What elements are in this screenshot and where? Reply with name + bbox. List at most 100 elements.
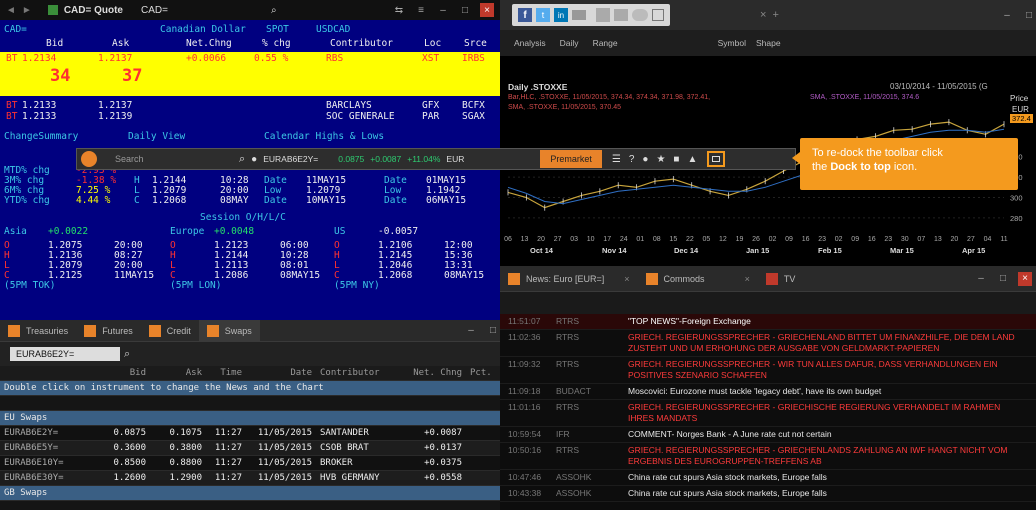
toolbar-messenger-icon[interactable]: ●: [642, 154, 648, 165]
eikon-logo-icon[interactable]: [81, 151, 97, 167]
watch-table-row[interactable]: EURAB6E30Y= 1.2600 1.2900 11:27 11/05/2015 HV…: [0, 471, 500, 486]
watch-search-input[interactable]: EURAB6E2Y=: [10, 347, 120, 361]
watch-column-header[interactable]: Date: [246, 368, 316, 378]
dock-to-top-icon[interactable]: [707, 151, 726, 167]
news-row[interactable]: 10:59:54 IFR COMMENT- Norges Bank - A June…: [500, 427, 1036, 443]
watch-table-row[interactable]: EURAB6E2Y= 0.0875 0.1075 11:27 11/05/2015 SAN…: [0, 426, 500, 441]
news-row[interactable]: 10:50:16 RTRS GRIECH. REGIERUNGSSPRECHER -…: [500, 443, 1036, 470]
toolbar-chat-icon[interactable]: ●: [251, 154, 257, 165]
watch-table-row[interactable]: EURAB6E10Y= 0.8500 0.8800 11:27 11/05/2015 BR…: [0, 456, 500, 471]
news-row[interactable]: 11:01:16 RTRS GRIECH. REGIERUNGSSPRECHER -…: [500, 400, 1036, 427]
x-tick-month: Feb 15: [818, 246, 842, 255]
watch-column-header[interactable]: Ask: [150, 368, 206, 378]
tab-close-icon[interactable]: ×: [624, 274, 629, 284]
news-headline[interactable]: GRIECH. REGIERUNGSSPRECHER - WIR TUN ALL…: [628, 359, 1028, 381]
forward-icon[interactable]: ►: [22, 5, 32, 16]
watch-search-icon[interactable]: ⌕: [124, 348, 130, 361]
chart-maximize-icon[interactable]: □: [1022, 8, 1036, 22]
news-headline[interactable]: GRIECH. REGIERUNGSSPRECHER - GRIECHISCHE…: [628, 402, 1028, 424]
news-headline[interactable]: China rate cut spurs Asia stock markets,…: [628, 488, 1028, 499]
x-tick-day: 24: [620, 236, 628, 243]
chart-menu-daily[interactable]: Daily: [560, 38, 579, 48]
news-row[interactable]: 11:09:18 BUDACT Moscovici: Eurozone must t…: [500, 384, 1036, 400]
mail-icon[interactable]: [572, 10, 586, 20]
toolbar-search-input[interactable]: Search: [115, 154, 225, 164]
quote-ric-input[interactable]: CAD=: [141, 5, 211, 16]
premarket-button[interactable]: Premarket: [540, 150, 602, 168]
news-row[interactable]: 11:09:32 RTRS GRIECH. REGIERUNGSSPRECHER -…: [500, 357, 1036, 384]
chart-menu-symbol[interactable]: Symbol: [718, 38, 746, 48]
watch-column-header[interactable]: Net. Chng: [402, 368, 466, 378]
search-icon[interactable]: ⌕: [271, 5, 277, 16]
tab-tv[interactable]: TV: [758, 268, 804, 290]
tab-commods[interactable]: Commods ×: [638, 268, 758, 290]
chat-icon[interactable]: [632, 9, 648, 21]
news-headline[interactable]: Moscovici: Eurozone must tackle 'legacy …: [628, 386, 1028, 397]
news-minimize-icon[interactable]: –: [974, 272, 988, 286]
chart-menu-range[interactable]: Range: [593, 38, 618, 48]
chart-add-icon[interactable]: +: [772, 9, 778, 21]
chart-menu-analysis[interactable]: Analysis: [514, 38, 546, 48]
news-row[interactable]: 10:43:38 ASSOHK China rate cut spurs Asia …: [500, 486, 1036, 502]
x-tick-month: Nov 14: [602, 246, 627, 255]
watch-ric: EURAB6E2Y=: [4, 428, 59, 438]
facebook-icon[interactable]: f: [518, 8, 532, 22]
toolbar-favorites-icon[interactable]: ★: [656, 154, 665, 165]
linkedin-icon[interactable]: in: [554, 8, 568, 22]
news-headline[interactable]: GRIECH. REGIERUNGSSPRECHER - GRIECHENLAN…: [628, 445, 1028, 467]
news-headline[interactable]: GRIECH. REGIERUNGSSPRECHER - GRIECHENLAN…: [628, 332, 1028, 354]
maximize-icon[interactable]: □: [458, 3, 472, 17]
quote-title: CAD= Quote: [63, 4, 123, 16]
change-val-3: 4.44 %: [76, 195, 111, 206]
news-headline[interactable]: China rate cut spurs Asia stock markets,…: [628, 472, 1028, 483]
news-close-icon[interactable]: ×: [1018, 271, 1032, 286]
menu-icon[interactable]: ≡: [414, 3, 428, 17]
minimize-icon[interactable]: –: [436, 3, 450, 17]
toolbar-alerts-icon[interactable]: ▲: [687, 154, 697, 165]
news-time: 11:02:36: [508, 332, 541, 342]
toolbar-briefcase-icon[interactable]: ■: [673, 154, 679, 165]
toolbar-help-icon[interactable]: ?: [629, 154, 635, 165]
back-icon[interactable]: ◄: [6, 5, 16, 16]
chart-close-icon[interactable]: ×: [760, 9, 766, 21]
news-row[interactable]: 11:02:36 RTRS GRIECH. REGIERUNGSSPRECHER -…: [500, 330, 1036, 357]
news-headline[interactable]: COMMENT- Norges Bank - A June rate cut n…: [628, 429, 1028, 440]
tab-news-euro[interactable]: News: Euro [EUR=] ×: [500, 268, 638, 290]
tab-swaps[interactable]: Swaps: [198, 320, 260, 342]
tab-news-euro-label: News: Euro [EUR=]: [526, 273, 605, 284]
news-time: 11:51:07: [508, 316, 541, 326]
watch-maximize-icon[interactable]: □: [486, 324, 500, 338]
watch-column-header[interactable]: Bid: [94, 368, 150, 378]
tab-treasuries[interactable]: Treasuries: [0, 320, 76, 342]
news-row[interactable]: 10:47:46 ASSOHK China rate cut spurs Asia …: [500, 470, 1036, 486]
toolbar-apps-icon[interactable]: ☰: [612, 154, 621, 165]
watch-column-header[interactable]: Contributor: [316, 368, 402, 378]
x-tick-day: 30: [901, 236, 909, 243]
change-label-3: YTD% chg: [4, 195, 50, 206]
chart-minimize-icon[interactable]: –: [1000, 8, 1014, 22]
toolbar-search-icon[interactable]: ⌕: [239, 153, 245, 166]
news-maximize-icon[interactable]: □: [996, 272, 1010, 286]
session-name: US: [334, 226, 346, 237]
watch-column-header[interactable]: Time: [206, 368, 246, 378]
watch-table-row[interactable]: EURAB6E5Y= 0.3600 0.3800 11:27 11/05/2015 CSO…: [0, 441, 500, 456]
twitter-icon[interactable]: t: [536, 8, 550, 22]
watch-blank-row: [0, 396, 500, 411]
link-icon[interactable]: ⇆: [392, 3, 406, 17]
x-tick-day: 12: [719, 236, 727, 243]
calendar-icon[interactable]: [596, 8, 610, 22]
main-quote-row[interactable]: BT 1.2134 1.2137 +0.0066 0.55 % RBS XST …: [0, 52, 500, 96]
split-icon[interactable]: [652, 9, 664, 21]
tab-close-icon[interactable]: ×: [745, 274, 750, 284]
close-icon[interactable]: ×: [480, 3, 494, 17]
watch-column-header[interactable]: Pct.: [466, 368, 494, 378]
main-srce: IRBS: [462, 53, 485, 64]
chart-menu-shape[interactable]: Shape: [756, 38, 781, 48]
watch-time: 11:27: [214, 443, 242, 453]
news-row[interactable]: 11:51:07 RTRS "TOP NEWS"-Foreign Exchange: [500, 314, 1036, 330]
watch-minimize-icon[interactable]: –: [464, 324, 478, 338]
tab-futures[interactable]: Futures: [76, 320, 141, 342]
tab-credit[interactable]: Credit: [141, 320, 199, 342]
news-headline[interactable]: "TOP NEWS"-Foreign Exchange: [628, 316, 1028, 327]
monitor-icon[interactable]: [614, 9, 628, 21]
